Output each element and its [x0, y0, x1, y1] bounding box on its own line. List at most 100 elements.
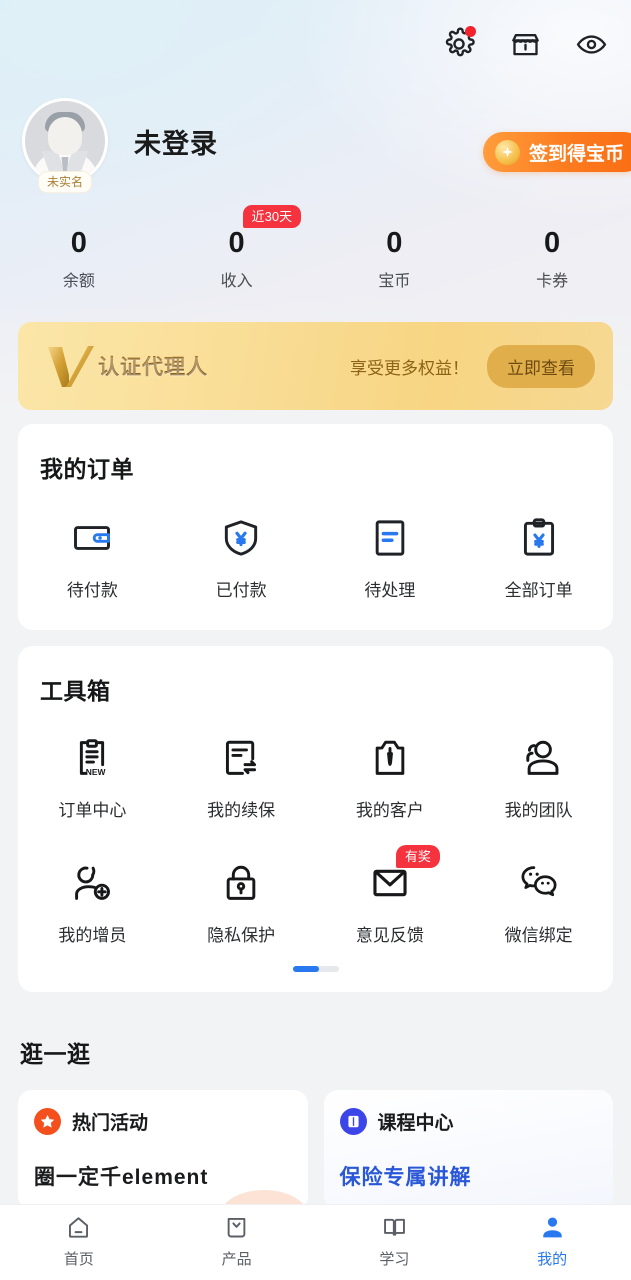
bottom-tabbar: 首页 产品 学习 我的	[0, 1204, 631, 1280]
my-orders-title: 我的订单	[40, 456, 134, 482]
signin-label: 签到得宝币	[529, 143, 625, 165]
lock-icon	[219, 861, 263, 905]
signin-button[interactable]: 签到得宝币	[483, 132, 631, 172]
tool-item-recruit[interactable]: 我的增员	[18, 861, 167, 946]
tool-item-label: 意见反馈	[355, 926, 424, 945]
svg-text:NEW: NEW	[86, 767, 106, 777]
avatar-wrap[interactable]: 未实名	[22, 98, 108, 193]
wechat-icon	[517, 861, 561, 905]
stat-label: 余额	[62, 273, 95, 291]
renew-document-icon	[219, 736, 263, 780]
tool-item-label: 我的增员	[58, 926, 127, 945]
home-icon	[65, 1213, 92, 1241]
tab-home[interactable]: 首页	[0, 1213, 158, 1269]
period-badge: 近30天	[242, 205, 302, 228]
tool-item-privacy[interactable]: 隐私保护	[167, 861, 316, 946]
tool-item-label: 我的团队	[504, 801, 573, 820]
tab-mine[interactable]: 我的	[473, 1213, 631, 1269]
toolbox-card: 工具箱 NEW 订单中心 我的续保 我的客户 我的团队 我的增员 隐私保护 有奖…	[18, 646, 613, 992]
tool-item-label: 我的续保	[207, 801, 276, 820]
verify-status-badge: 未实名	[37, 171, 93, 193]
stat-coupons[interactable]: 0 卡券	[473, 228, 631, 291]
v-mark-icon	[44, 343, 96, 389]
pager-track	[292, 966, 339, 972]
browse-card-header: 课程中心	[339, 1108, 598, 1135]
toolbox-grid-row2: 我的增员 隐私保护 有奖 意见反馈 微信绑定	[18, 845, 613, 946]
order-item-label: 全部订单	[504, 581, 573, 600]
tool-item-feedback[interactable]: 有奖 意见反馈	[316, 845, 465, 946]
tool-item-label: 我的客户	[355, 801, 424, 820]
clipboard-new-icon: NEW	[70, 736, 114, 780]
stat-label: 宝币	[378, 273, 411, 291]
stat-balance[interactable]: 0 余额	[0, 228, 158, 291]
document-lines-icon	[368, 516, 412, 560]
avatar-head	[48, 117, 82, 155]
gear-icon[interactable]	[441, 26, 477, 62]
order-item-paid[interactable]: 已付款	[167, 516, 316, 601]
pager-thumb	[292, 966, 319, 972]
profile-block[interactable]: 未实名 未登录	[22, 98, 218, 193]
banner-action-button[interactable]: 立即查看	[487, 344, 595, 388]
customer-tie-icon	[368, 736, 412, 780]
browse-card-header: 热门活动	[34, 1108, 292, 1135]
order-item-unpaid[interactable]: 待付款	[18, 516, 167, 601]
wallet-icon	[70, 516, 114, 560]
book-badge-icon	[339, 1108, 367, 1135]
book-open-icon	[381, 1213, 408, 1241]
browse-card-body: 保险专属讲解	[339, 1166, 472, 1189]
star-badge-icon	[34, 1108, 61, 1135]
eye-icon[interactable]	[573, 26, 609, 62]
tab-label: 首页	[63, 1251, 94, 1268]
browse-card-courses[interactable]: 课程中心 保险专属讲解	[323, 1090, 613, 1210]
stats-row: 0 余额 近30天 0 收入 0 宝币 0 卡券	[0, 205, 631, 291]
stat-coins[interactable]: 0 宝币	[316, 228, 474, 291]
app-screen: 未实名 未登录 签到得宝币 0 余额 近30天 0 收入 0 宝币 0 卡券 认…	[0, 0, 631, 1280]
tool-item-renewal[interactable]: 我的续保	[167, 736, 316, 821]
my-orders-card: 我的订单 待付款 已付款 待处理 全部订单	[18, 424, 613, 630]
order-item-label: 待付款	[66, 581, 118, 600]
username-label: 未登录	[134, 128, 218, 159]
store-icon[interactable]	[507, 26, 543, 62]
stat-value: 0	[70, 227, 87, 259]
tab-learning[interactable]: 学习	[316, 1213, 474, 1269]
coin-icon	[495, 139, 520, 165]
person-add-icon	[70, 861, 114, 905]
tab-products[interactable]: 产品	[158, 1213, 316, 1269]
toolbox-pager[interactable]	[18, 966, 613, 972]
bag-icon	[223, 1213, 250, 1241]
tool-item-team[interactable]: 我的团队	[464, 736, 613, 821]
clipboard-yen-icon	[517, 516, 561, 560]
order-item-label: 已付款	[215, 581, 267, 600]
tab-label: 产品	[221, 1251, 252, 1268]
tab-label: 我的	[537, 1251, 568, 1268]
tool-item-order-center[interactable]: NEW 订单中心	[18, 736, 167, 821]
tool-item-label: 隐私保护	[207, 926, 276, 945]
stat-value: 0	[386, 227, 403, 259]
team-people-icon	[517, 736, 561, 780]
browse-card-title: 热门活动	[72, 1113, 149, 1134]
topbar	[441, 26, 609, 62]
notification-dot	[465, 26, 476, 37]
tool-item-wechat-bind[interactable]: 微信绑定	[464, 861, 613, 946]
banner-subtitle: 享受更多权益！	[350, 358, 469, 378]
tool-item-customers[interactable]: 我的客户	[316, 736, 465, 821]
shield-yen-icon	[219, 516, 263, 560]
browse-cards: 热门活动 圈一定千element 课程中心 保险专属讲解	[18, 1090, 613, 1210]
tool-item-label: 微信绑定	[504, 926, 573, 945]
certified-agent-banner[interactable]: 认证代理人 享受更多权益！ 立即查看	[18, 322, 613, 410]
tab-label: 学习	[379, 1251, 410, 1268]
stat-value: 0	[544, 227, 561, 259]
tool-item-label: 订单中心	[58, 801, 127, 820]
order-item-all[interactable]: 全部订单	[464, 516, 613, 601]
stat-income[interactable]: 近30天 0 收入	[158, 205, 316, 291]
toolbox-grid-row1: NEW 订单中心 我的续保 我的客户 我的团队	[18, 736, 613, 821]
stat-label: 收入	[220, 273, 253, 291]
order-item-pending[interactable]: 待处理	[316, 516, 465, 601]
stat-label: 卡券	[536, 273, 569, 291]
banner-title: 认证代理人	[98, 351, 208, 381]
envelope-icon	[368, 861, 412, 905]
stat-value: 0	[228, 227, 245, 259]
my-orders-grid: 待付款 已付款 待处理 全部订单	[18, 516, 613, 601]
browse-card-title: 课程中心	[377, 1113, 454, 1134]
browse-card-activities[interactable]: 热门活动 圈一定千element	[18, 1090, 308, 1210]
